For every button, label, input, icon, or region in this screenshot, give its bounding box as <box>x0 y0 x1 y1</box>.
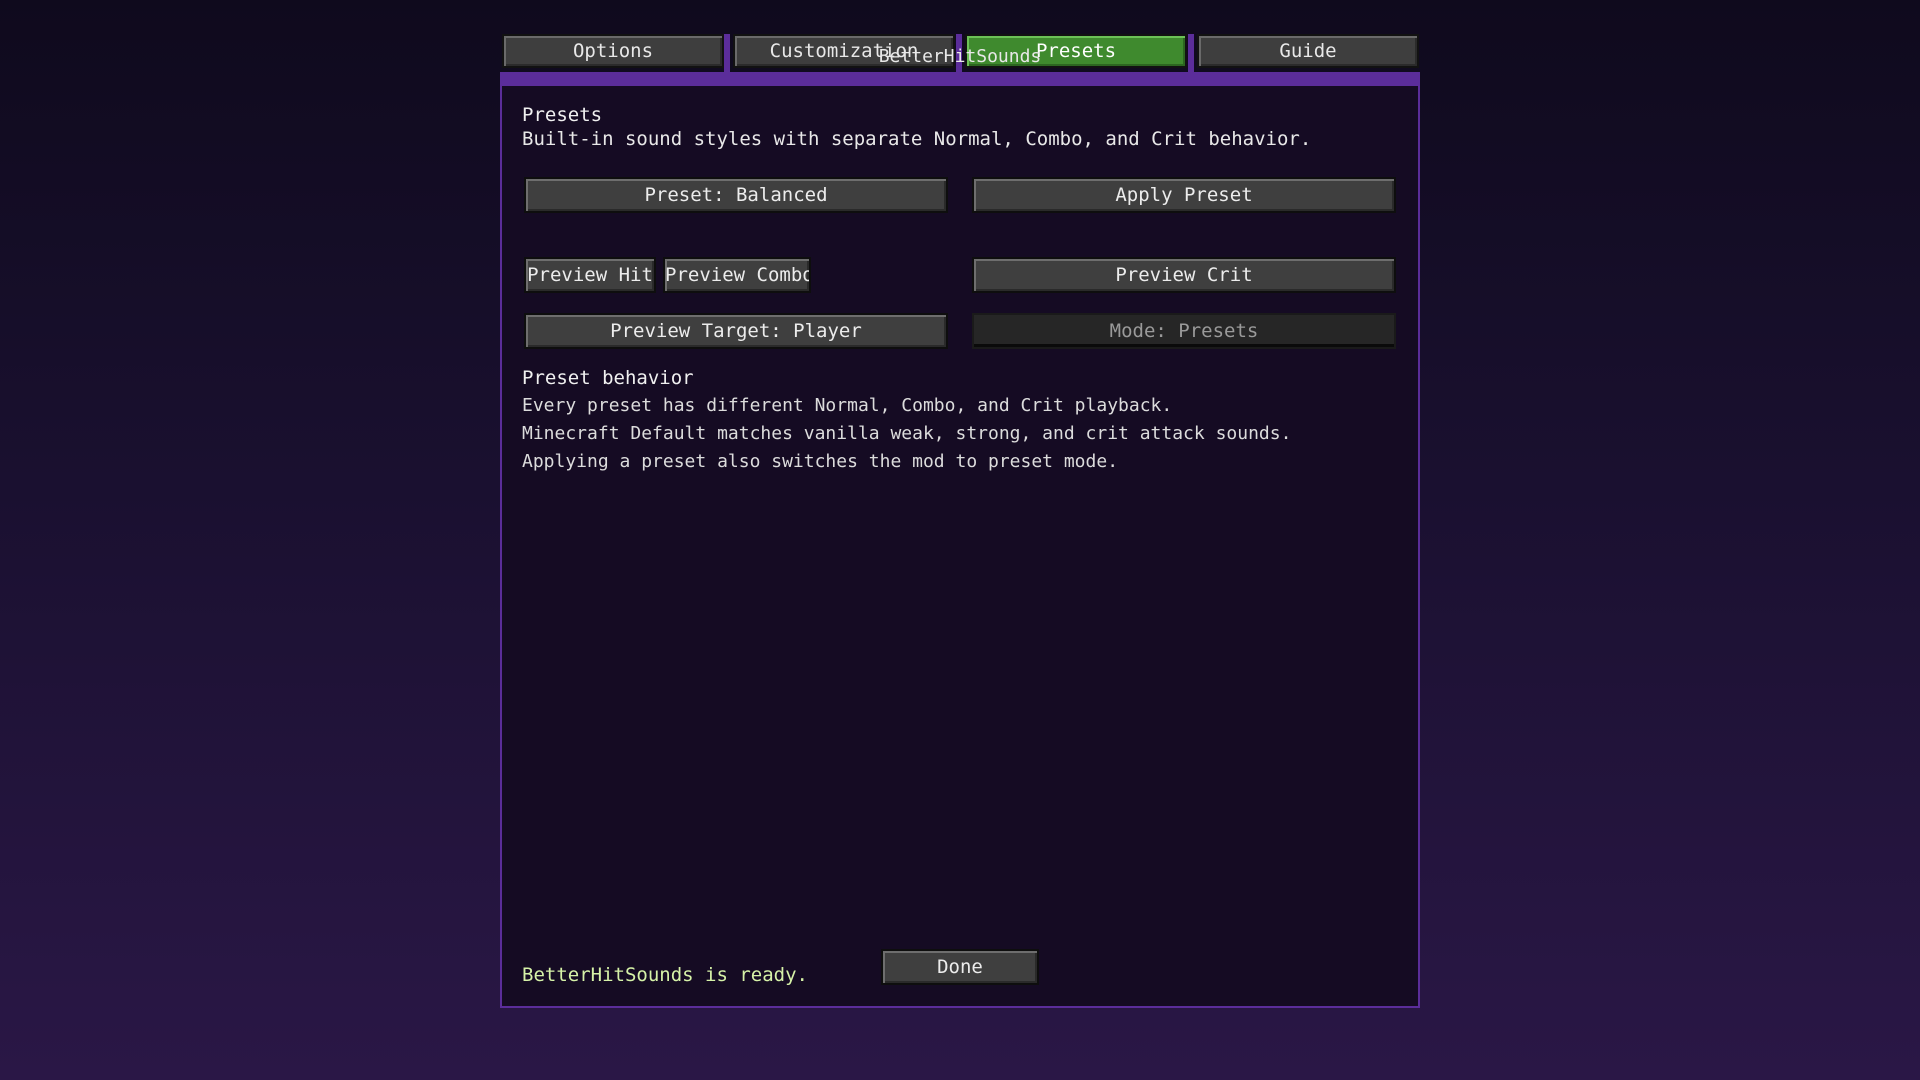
tab-separator <box>956 34 962 72</box>
tab-separator <box>1188 34 1194 72</box>
tab-guide[interactable]: Guide <box>1197 34 1419 68</box>
preview-crit-button[interactable]: Preview Crit <box>972 257 1396 293</box>
preview-combo-button[interactable]: Preview Combo <box>663 257 811 293</box>
preview-hit-button[interactable]: Preview Hit <box>524 257 656 293</box>
behavior-line: Applying a preset also switches the mod … <box>522 451 1119 472</box>
preset-select-button[interactable]: Preset: Balanced <box>524 177 948 213</box>
mode-button: Mode: Presets <box>972 313 1396 349</box>
tab-separator <box>724 34 730 72</box>
section-title: Presets <box>522 104 603 126</box>
tab-options[interactable]: Options <box>502 34 724 68</box>
status-message: BetterHitSounds is ready. <box>522 964 808 986</box>
apply-preset-button[interactable]: Apply Preset <box>972 177 1396 213</box>
behavior-heading: Preset behavior <box>522 367 694 389</box>
behavior-line: Every preset has different Normal, Combo… <box>522 395 1173 416</box>
preview-target-button[interactable]: Preview Target: Player <box>524 313 948 349</box>
done-button[interactable]: Done <box>881 949 1039 985</box>
tab-customization[interactable]: Customization <box>733 34 955 68</box>
tab-presets[interactable]: Presets <box>965 34 1187 68</box>
section-description: Built-in sound styles with separate Norm… <box>522 128 1312 150</box>
behavior-line: Minecraft Default matches vanilla weak, … <box>522 423 1292 444</box>
